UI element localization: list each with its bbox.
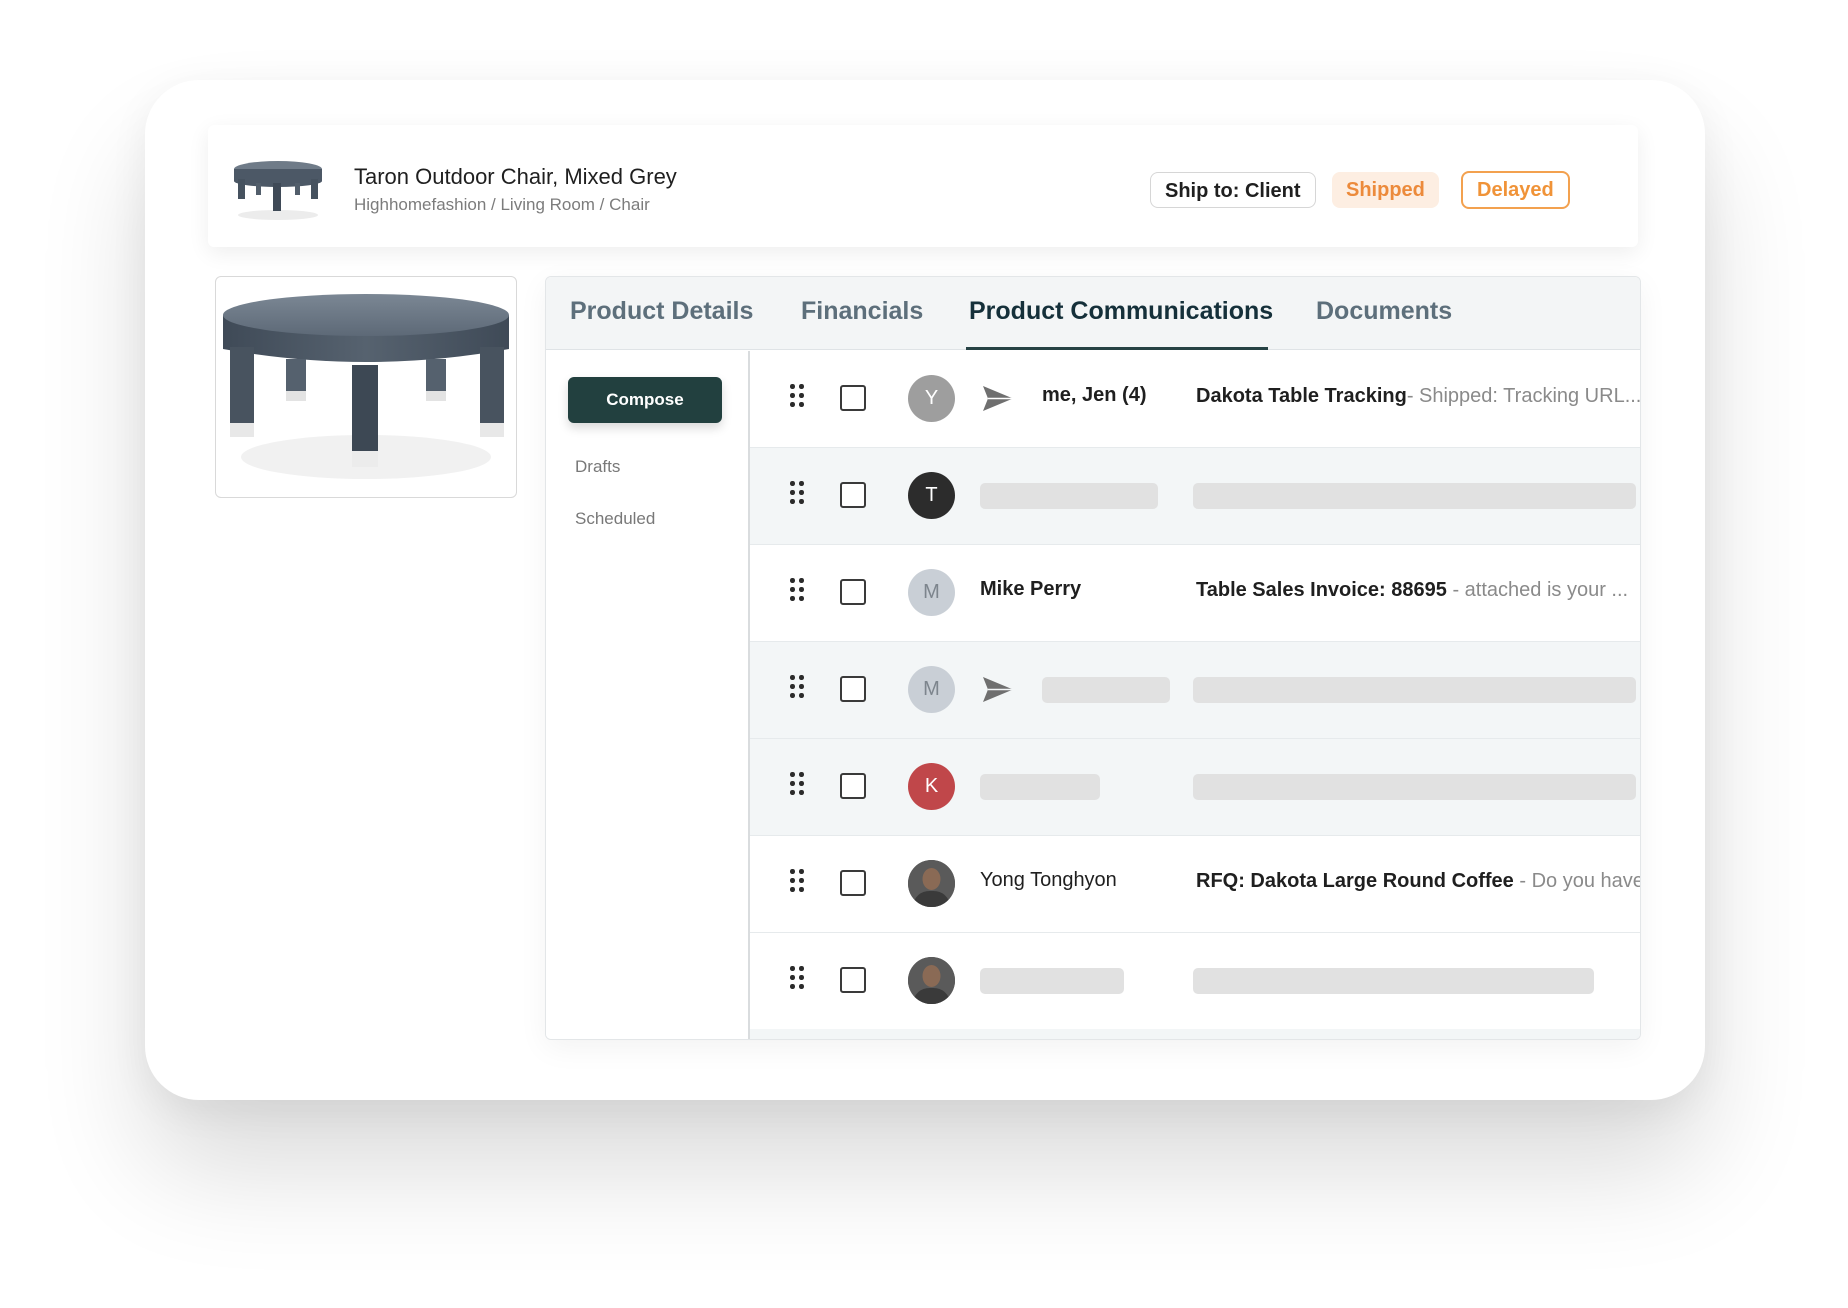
subject-text: RFQ: Dakota Large Round Coffee <box>1196 870 1514 892</box>
drag-handle-icon[interactable] <box>790 772 804 796</box>
message-row[interactable]: Y me, Jen (4) Dakota Table Tracking- Shi… <box>750 351 1640 448</box>
row-checkbox[interactable] <box>840 676 866 702</box>
row-checkbox[interactable] <box>840 773 866 799</box>
avatar <box>908 860 955 907</box>
subject-placeholder <box>1193 483 1636 509</box>
product-title: Taron Outdoor Chair, Mixed Grey <box>354 164 677 189</box>
drag-handle-icon[interactable] <box>790 675 804 699</box>
sender-placeholder <box>1042 677 1170 703</box>
sender-name: Mike Perry <box>980 578 1082 600</box>
avatar: T <box>908 472 955 519</box>
sidebar-item-scheduled[interactable]: Scheduled <box>575 509 655 529</box>
subject-text: Table Sales Invoice: 88695 <box>1196 579 1447 601</box>
avatar <box>908 957 955 1004</box>
message-row[interactable]: T <box>750 448 1640 545</box>
row-checkbox[interactable] <box>840 482 866 508</box>
shipped-status-badge: Shipped <box>1332 172 1439 208</box>
subject-placeholder <box>1193 968 1594 994</box>
row-divider <box>750 1029 1640 1039</box>
avatar: K <box>908 763 955 810</box>
tab-documents[interactable]: Documents <box>1316 297 1452 326</box>
row-checkbox[interactable] <box>840 385 866 411</box>
message-subject: Table Sales Invoice: 88695 - attached is… <box>1196 579 1628 602</box>
sender-placeholder <box>980 968 1124 994</box>
drag-handle-icon[interactable] <box>790 384 804 408</box>
tab-product-communications[interactable]: Product Communications <box>969 297 1273 326</box>
tab-bar: Product Details Financials Product Commu… <box>546 277 1640 350</box>
drag-handle-icon[interactable] <box>790 869 804 893</box>
avatar: M <box>908 569 955 616</box>
product-image <box>215 276 517 498</box>
row-checkbox[interactable] <box>840 579 866 605</box>
message-subject: Dakota Table Tracking- Shipped: Tracking… <box>1196 385 1641 408</box>
subject-placeholder <box>1193 774 1636 800</box>
compose-button[interactable]: Compose <box>568 377 722 423</box>
sender-placeholder <box>980 774 1100 800</box>
product-panel: Product Details Financials Product Commu… <box>545 276 1641 1040</box>
active-tab-indicator <box>966 347 1268 350</box>
subject-placeholder <box>1193 677 1636 703</box>
row-checkbox[interactable] <box>840 967 866 993</box>
avatar: Y <box>908 375 955 422</box>
row-checkbox[interactable] <box>840 870 866 896</box>
tab-financials[interactable]: Financials <box>801 297 923 326</box>
person-photo-icon <box>908 957 955 1004</box>
product-thumbnail <box>234 161 322 220</box>
message-preview: - attached is your ... <box>1446 579 1629 601</box>
message-subject: RFQ: Dakota Large Round Coffee - Do you … <box>1196 870 1641 893</box>
drag-handle-icon[interactable] <box>790 481 804 505</box>
sent-arrow-icon <box>983 677 1013 702</box>
sender-placeholder <box>980 483 1158 509</box>
message-row[interactable]: M <box>750 642 1640 739</box>
message-row[interactable]: K <box>750 739 1640 836</box>
delayed-status-badge: Delayed <box>1461 171 1570 209</box>
sender-name: Yong Tonghyon <box>980 869 1117 891</box>
drag-handle-icon[interactable] <box>790 578 804 602</box>
sender-name: me, Jen (4) <box>1042 384 1147 406</box>
person-photo-icon <box>908 860 955 907</box>
subject-text: Dakota Table Tracking <box>1196 385 1407 407</box>
message-preview: - Do you have a <box>1519 870 1641 892</box>
coffee-table-image <box>223 294 509 479</box>
tab-product-details[interactable]: Product Details <box>570 297 753 326</box>
message-row[interactable]: Yong Tonghyon RFQ: Dakota Large Round Co… <box>750 836 1640 933</box>
message-row[interactable] <box>750 933 1640 1030</box>
message-row[interactable]: M Mike Perry Table Sales Invoice: 88695 … <box>750 545 1640 642</box>
avatar: M <box>908 666 955 713</box>
drag-handle-icon[interactable] <box>790 966 804 990</box>
ship-to-badge: Ship to: Client <box>1150 172 1316 208</box>
mail-sidebar: Compose Drafts Scheduled <box>546 351 750 1039</box>
sidebar-item-drafts[interactable]: Drafts <box>575 457 620 477</box>
message-preview: - Shipped: Tracking URL... <box>1406 385 1641 407</box>
breadcrumb: Highhomefashion / Living Room / Chair <box>354 195 650 214</box>
sent-arrow-icon <box>983 386 1013 411</box>
